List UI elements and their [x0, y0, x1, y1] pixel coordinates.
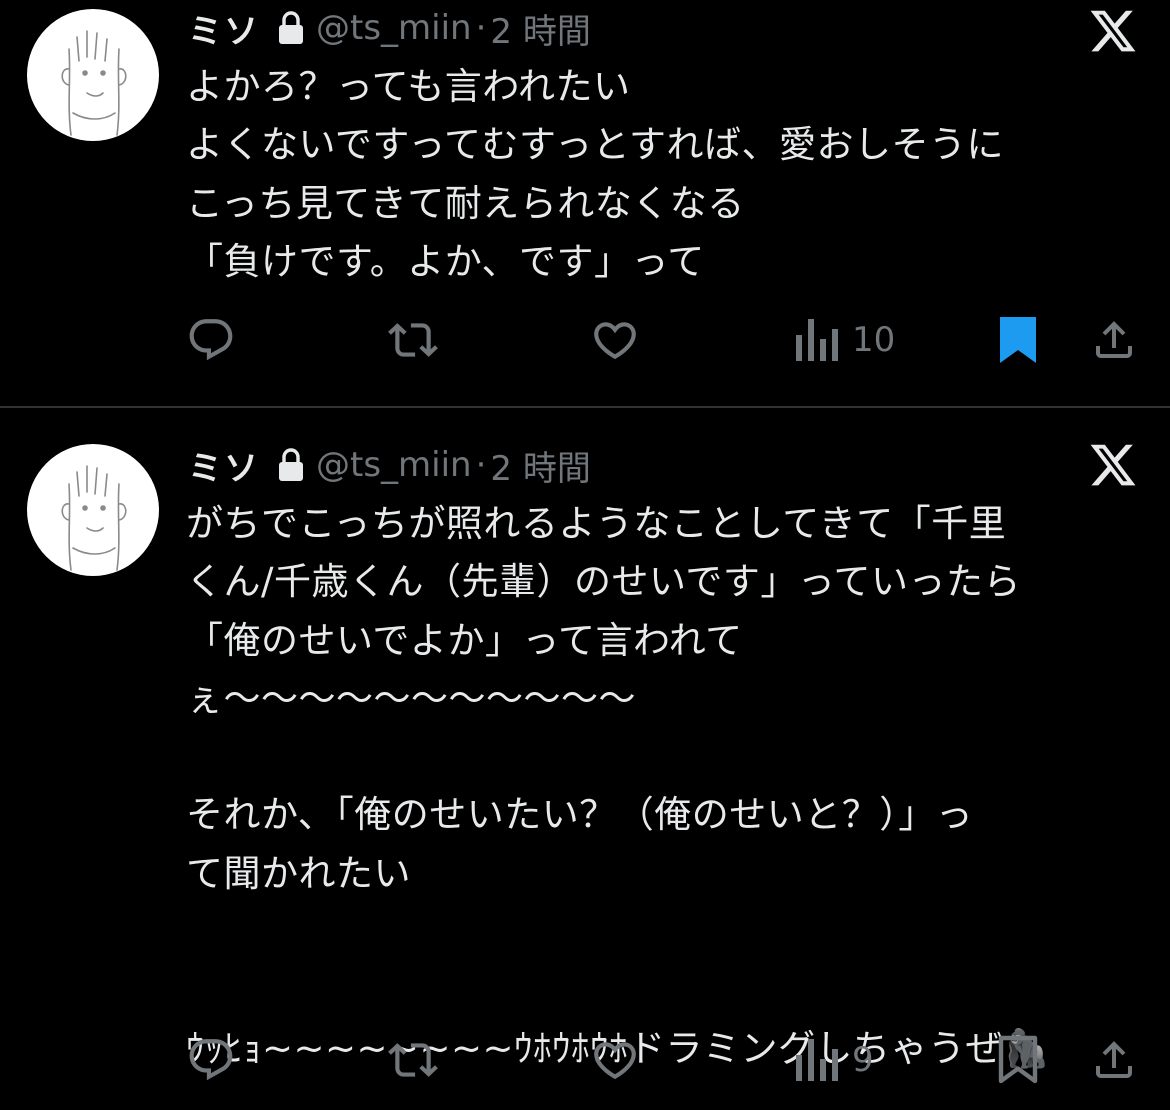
retweet-icon: [388, 1043, 438, 1077]
reply-button[interactable]: [186, 1035, 236, 1085]
share-icon: [1096, 1041, 1132, 1078]
tweet-line: こっち見てきて耐えられなくなる: [186, 181, 745, 225]
share-button[interactable]: [1090, 1035, 1138, 1085]
views-count: 10: [852, 320, 896, 360]
views-button[interactable]: 10: [794, 315, 895, 365]
share-button[interactable]: [1090, 315, 1138, 365]
tweet-line: がちでこっちが照れるようなことしてきて「千里: [186, 502, 1007, 545]
action-bar: 9: [186, 1035, 1146, 1085]
bookmark-button[interactable]: [996, 1035, 1040, 1085]
retweet-button[interactable]: [386, 1035, 440, 1085]
like-button[interactable]: [590, 315, 640, 365]
display-name[interactable]: ミソ: [188, 441, 260, 490]
tweet-line: て聞かれたい: [186, 851, 411, 895]
tweet-header: ミソ @ts_miin · 2 時間: [188, 3, 591, 53]
timestamp[interactable]: 2 時間: [490, 4, 590, 53]
avatar[interactable]: [27, 9, 159, 141]
avatar-drawing: [61, 30, 127, 136]
tweet-line: よかろ？っても言われたい: [186, 65, 631, 108]
bookmark-icon: [998, 1035, 1038, 1084]
separator-dot: ·: [475, 445, 487, 485]
tweet-line: [186, 903, 1146, 961]
tweet-1[interactable]: ミソ @ts_miin · 2 時間 よかろ？っても言われたい よくないですって…: [0, 0, 1170, 406]
x-logo-icon[interactable]: [1088, 440, 1138, 490]
reply-icon: [189, 1039, 233, 1081]
handle[interactable]: @ts_miin: [316, 445, 472, 485]
reply-button[interactable]: [186, 315, 236, 365]
tweet-header: ミソ @ts_miin · 2 時間: [188, 440, 591, 490]
lock-icon: [276, 447, 306, 483]
views-icon: [796, 1039, 838, 1081]
tweet-text: がちでこっちが照れるようなことしてきて「千里 くん/千歳くん（先輩）のせいです」…: [186, 495, 1146, 1078]
tweet-line: [186, 961, 1146, 1019]
retweet-button[interactable]: [386, 315, 440, 365]
views-button[interactable]: 9: [794, 1035, 874, 1085]
tweet-line: 「負けです。よか、です」って: [186, 239, 705, 283]
bookmark-button[interactable]: [996, 315, 1040, 365]
tweet-line: [186, 728, 1146, 786]
timestamp[interactable]: 2 時間: [490, 441, 590, 490]
views-icon: [796, 319, 838, 361]
tweet-text: よかろ？っても言われたい よくないですってむすっとすれば、愛おしそうに こっち見…: [186, 58, 1146, 291]
views-count: 9: [852, 1040, 874, 1080]
action-bar: 10: [186, 315, 1146, 365]
like-icon: [594, 322, 636, 360]
avatar[interactable]: [27, 444, 159, 576]
x-logo-icon[interactable]: [1088, 6, 1138, 56]
tweet-line: 「俺のせいでよか」って言われて: [186, 618, 743, 662]
like-icon: [594, 1042, 636, 1080]
tweet-line: くん/千歳くん（先輩）のせいです」っていったら: [186, 560, 1022, 604]
lock-icon: [276, 10, 306, 46]
separator-dot: ·: [475, 8, 487, 48]
bookmark-icon: [1000, 317, 1036, 363]
reply-icon: [189, 319, 233, 361]
avatar-drawing: [61, 465, 127, 571]
tweet-line: それか、「俺のせいたい？（俺のせいと？）」っ: [186, 793, 974, 837]
handle[interactable]: @ts_miin: [316, 8, 472, 48]
share-icon: [1096, 321, 1132, 358]
like-button[interactable]: [590, 1035, 640, 1085]
tweet-2[interactable]: ミソ @ts_miin · 2 時間 がちでこっちが照れるようなことしてきて「千…: [0, 408, 1170, 1110]
display-name[interactable]: ミソ: [188, 4, 260, 53]
tweet-line: よくないですってむすっとすれば、愛おしそうに: [186, 123, 1004, 167]
tweet-line: ぇ〜〜〜〜〜〜〜〜〜〜〜: [186, 676, 636, 720]
retweet-icon: [388, 323, 438, 357]
